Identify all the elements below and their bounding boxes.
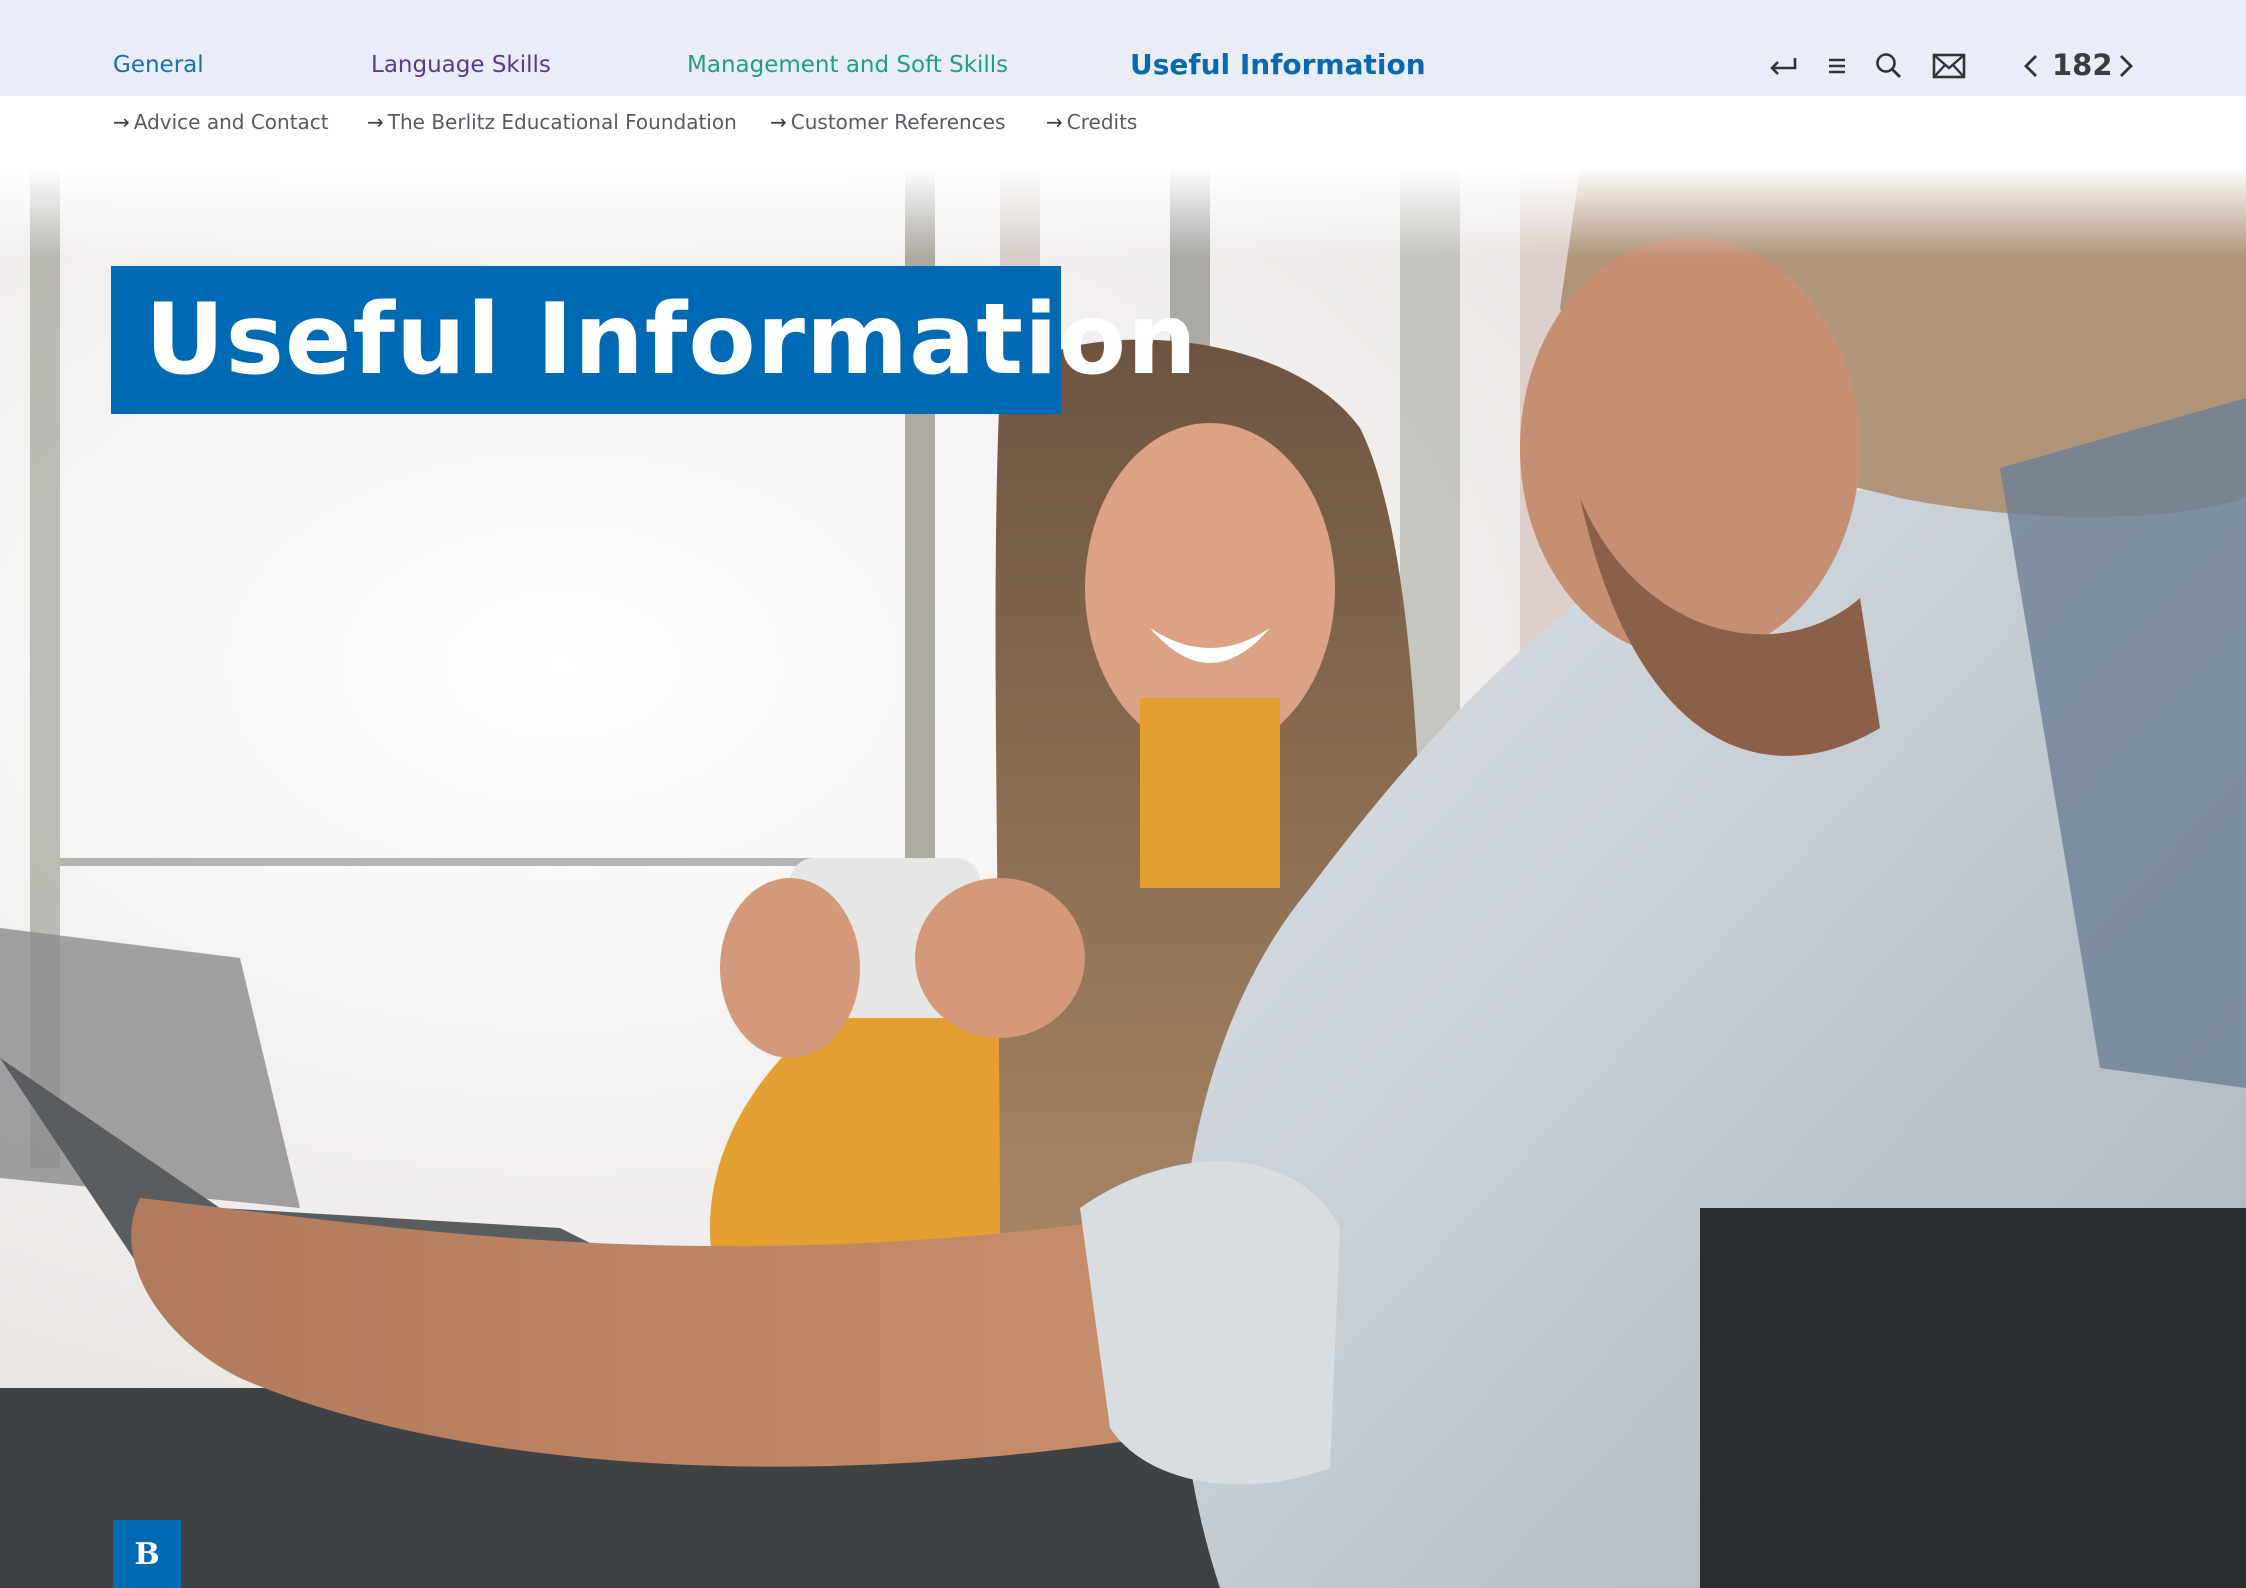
arrow-right-icon: → xyxy=(367,110,384,134)
page-number: 182 xyxy=(2052,48,2113,82)
search-icon[interactable] xyxy=(1869,46,1909,86)
tab-management-soft-skills[interactable]: Management and Soft Skills xyxy=(687,52,1008,78)
top-nav-bar: General Language Skills Management and S… xyxy=(0,0,2246,96)
next-page-icon[interactable] xyxy=(2108,46,2144,86)
tab-useful-information[interactable]: Useful Information xyxy=(1130,48,1426,81)
return-icon[interactable] xyxy=(1763,46,1803,86)
subnav-label: Credits xyxy=(1066,110,1138,134)
arrow-right-icon: → xyxy=(1046,110,1063,134)
arrow-right-icon: → xyxy=(113,110,130,134)
subnav-label: Advice and Contact xyxy=(133,110,329,134)
tab-general[interactable]: General xyxy=(113,52,204,78)
page-title: Useful Information xyxy=(145,283,1198,397)
subnav-label: The Berlitz Educational Foundation xyxy=(387,110,737,134)
logo-letter: B xyxy=(134,1536,160,1572)
previous-page-icon[interactable] xyxy=(2013,46,2049,86)
arrow-right-icon: → xyxy=(770,110,787,134)
tab-language-skills[interactable]: Language Skills xyxy=(371,52,551,78)
subnav-label: Customer References xyxy=(790,110,1006,134)
subnav-customer-references[interactable]: → Customer References xyxy=(770,110,1005,134)
menu-icon[interactable] xyxy=(1817,46,1857,86)
subnav-credits[interactable]: → Credits xyxy=(1046,110,1137,134)
page-title-box: Useful Information xyxy=(111,266,1197,414)
berlitz-logo[interactable]: B xyxy=(113,1520,181,1588)
mail-icon[interactable] xyxy=(1929,46,1969,86)
subnav-educational-foundation[interactable]: → The Berlitz Educational Foundation xyxy=(367,110,737,134)
subnav-advice-contact[interactable]: → Advice and Contact xyxy=(113,110,329,134)
